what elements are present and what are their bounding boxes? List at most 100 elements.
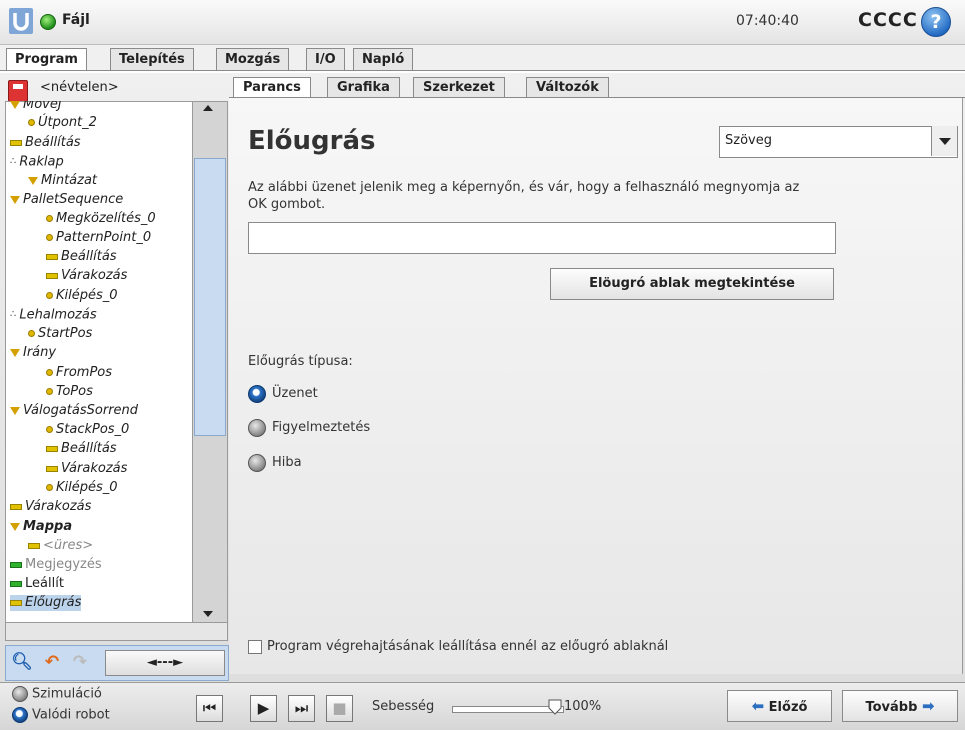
stop-icon[interactable]: ■ (326, 695, 353, 722)
tree-item[interactable]: MoveJ (10, 101, 62, 113)
tree-item-label: FromPos (56, 365, 113, 380)
bar-icon (46, 445, 58, 452)
scroll-down-icon[interactable] (203, 611, 213, 617)
speed-slider-thumb[interactable] (548, 699, 562, 715)
radio-message[interactable]: Üzenet (248, 384, 318, 404)
tree-item-label: Lehalmozás (19, 307, 97, 323)
scroll-up-icon[interactable] (203, 105, 213, 111)
radio-selected-icon[interactable] (248, 384, 266, 403)
tree-item[interactable]: ToPos (46, 384, 93, 400)
radio-unselected-icon[interactable] (248, 453, 266, 472)
tree-scroll-thumb[interactable] (194, 158, 226, 436)
bar-icon (46, 272, 58, 279)
tree-item[interactable]: Várakozás (10, 499, 91, 515)
next-button[interactable]: Tovább ➡ (842, 690, 958, 722)
waypoint-icon (46, 484, 53, 491)
waypoint-icon (28, 119, 35, 126)
tree-item[interactable]: Megközelítés_0 (46, 211, 156, 227)
previous-button[interactable]: ⬅ Előző (727, 690, 832, 722)
tree-item[interactable]: PalletSequence (10, 192, 123, 208)
tree-item[interactable]: Kilépés_0 (46, 480, 118, 496)
redo-icon[interactable]: ↷ (68, 650, 92, 674)
tab-io[interactable]: I/O (306, 48, 345, 71)
tree-item-label: Kilépés_0 (56, 288, 118, 303)
tree-item-label: Várakozás (61, 461, 128, 476)
step-forward-icon[interactable]: ⏭ (288, 695, 315, 722)
tree-item[interactable]: Megjegyzés (10, 557, 102, 573)
triangle-icon (10, 406, 20, 415)
tree-item[interactable]: Kilépés_0 (46, 288, 118, 304)
tree-item[interactable]: ∴ Lehalmozás (10, 307, 97, 324)
radio-error[interactable]: Hiba (248, 453, 302, 473)
tab-telepites[interactable]: Telepítés (110, 48, 194, 71)
tree-item[interactable]: Mintázat (28, 173, 97, 189)
radio-error-label: Hiba (272, 455, 302, 470)
bar-icon (46, 253, 58, 260)
popup-type-label: Előugrás típusa: (248, 354, 353, 369)
tree-item-label: Beállítás (25, 135, 81, 150)
tree-item[interactable]: ∴ Raklap (10, 154, 64, 171)
tab-mozgas[interactable]: Mozgás (216, 48, 290, 71)
mode-simulation[interactable]: Szimuláció (12, 686, 102, 702)
tree-item[interactable]: FromPos (46, 365, 112, 381)
mode-real-robot[interactable]: Valódi robot (12, 707, 110, 723)
tree-item[interactable]: Mappa (10, 519, 72, 535)
chevron-down-icon[interactable] (931, 126, 957, 156)
tree-item[interactable]: Leállít (10, 576, 64, 592)
tree-horizontal-scrollbar[interactable] (5, 622, 228, 641)
tree-item-label: Mappa (23, 519, 73, 534)
radio-unselected-icon[interactable] (12, 686, 28, 702)
tree-item[interactable]: Irány (10, 345, 56, 361)
message-input[interactable] (248, 222, 836, 254)
triangle-icon (10, 101, 20, 109)
tab-valtozok[interactable]: Változók (526, 77, 609, 98)
arrow-left-icon: ⬅ (751, 697, 765, 715)
tree-item-label: Beállítás (61, 441, 117, 456)
mode-real-robot-label: Valódi robot (32, 707, 110, 723)
radio-warning[interactable]: Figyelmeztetés (248, 418, 370, 438)
tree-item[interactable]: Várakozás (46, 268, 127, 284)
play-icon[interactable]: ▶ (250, 695, 277, 722)
tree-item[interactable]: Beállítás (10, 135, 81, 151)
waypoint-icon (46, 292, 53, 299)
dots-icon: ∴ (10, 309, 17, 320)
tree-item[interactable]: VálogatásSorrend (10, 403, 138, 419)
help-icon[interactable]: ? (921, 7, 951, 37)
tree-item-label: <üres> (43, 538, 94, 553)
search-icon[interactable]: 🔍︎ (10, 650, 34, 674)
tree-item[interactable]: Beállítás (46, 249, 117, 265)
save-file-icon[interactable] (8, 80, 28, 102)
stop-program-checkbox[interactable] (248, 639, 262, 654)
tree-item-label: Raklap (19, 154, 64, 170)
waypoint-icon (46, 388, 53, 395)
tree-item[interactable]: <üres> (28, 538, 93, 554)
ur-logo-icon[interactable] (8, 7, 34, 35)
tree-item[interactable]: Előugrás (10, 595, 82, 611)
undo-icon[interactable]: ↶ (40, 650, 64, 674)
tree-item[interactable]: StartPos (28, 326, 92, 342)
tree-item[interactable]: Beállítás (46, 441, 117, 457)
radio-selected-icon[interactable] (12, 707, 28, 723)
tab-parancs[interactable]: Parancs (233, 77, 311, 98)
tree-item[interactable]: Útpont_2 (28, 115, 97, 131)
page-title: Előugrás (248, 126, 376, 156)
tab-grafika[interactable]: Grafika (327, 77, 400, 98)
skip-back-icon[interactable]: ⏮ (196, 695, 223, 722)
waypoint-icon (46, 215, 53, 222)
waypoint-icon (28, 330, 35, 337)
preview-popup-button[interactable]: Elöugró ablak megtekintése (550, 268, 834, 300)
radio-unselected-icon[interactable] (248, 418, 266, 437)
tree-item[interactable]: StackPos_0 (46, 422, 129, 438)
title-bar (0, 0, 965, 45)
tree-item[interactable]: PatternPoint_0 (46, 230, 151, 246)
radio-warning-label: Figyelmeztetés (272, 420, 371, 435)
tab-szerkezet[interactable]: Szerkezet (413, 77, 505, 98)
tree-item[interactable]: Várakozás (46, 461, 127, 477)
move-node-button[interactable]: ◄---► (105, 650, 225, 676)
file-menu[interactable]: Fájl (62, 12, 90, 28)
waypoint-icon (46, 426, 53, 433)
tree-item-label: Kilépés_0 (56, 480, 118, 495)
tab-naplo[interactable]: Napló (353, 48, 414, 71)
stop-program-option[interactable]: Program végrehajtásának leállítása ennél… (248, 639, 668, 654)
next-button-label: Tovább (865, 700, 918, 715)
